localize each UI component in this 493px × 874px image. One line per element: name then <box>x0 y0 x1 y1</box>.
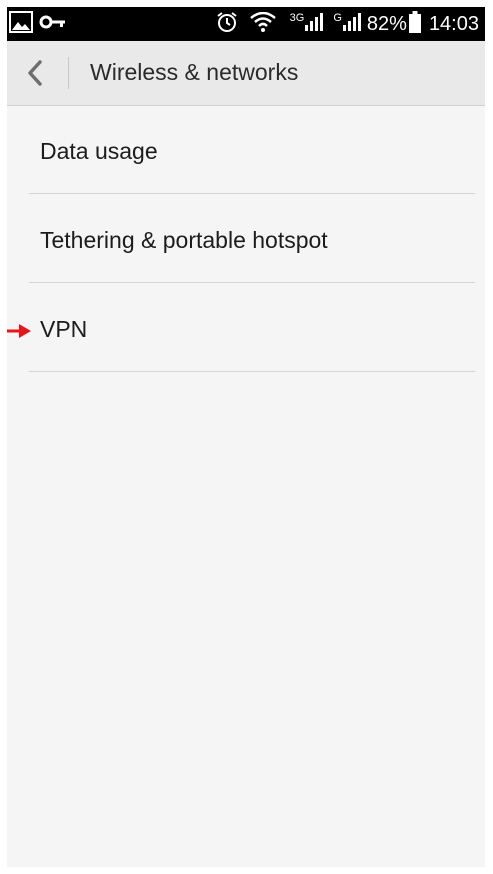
status-bar: 3G G 82% 14:03 <box>7 7 485 41</box>
alarm-icon <box>216 11 238 38</box>
list-divider <box>29 371 475 372</box>
status-bar-left <box>9 10 67 38</box>
annotation-arrow-icon <box>7 324 31 338</box>
action-bar-divider <box>68 57 69 89</box>
settings-item-label: VPN <box>40 316 88 342</box>
settings-item-tethering-hotspot[interactable]: Tethering & portable hotspot <box>7 195 485 283</box>
wifi-icon <box>249 11 276 37</box>
list-divider <box>29 282 475 283</box>
gallery-icon <box>9 10 33 38</box>
chevron-left-icon <box>28 60 42 86</box>
network-type-g: G <box>333 12 342 24</box>
list-divider <box>29 193 475 194</box>
network-type-3g: 3G <box>289 12 305 24</box>
battery-percentage: 82% <box>366 12 407 35</box>
settings-item-label: Tethering & portable hotspot <box>40 227 328 253</box>
action-bar: Wireless & networks <box>7 41 485 106</box>
signal-icon <box>305 12 324 36</box>
clock-time: 14:03 <box>428 12 479 35</box>
status-bar-right: 3G G 82% 14:03 <box>216 7 479 41</box>
screen: 3G G 82% 14:03 Wireless & networks Data … <box>7 7 485 867</box>
signal-icon <box>342 12 361 36</box>
page-title: Wireless & networks <box>90 59 299 85</box>
settings-item-label: Data usage <box>40 138 158 164</box>
vpn-key-icon <box>39 14 67 35</box>
settings-item-vpn[interactable]: VPN <box>7 284 485 372</box>
back-button[interactable] <box>19 55 53 91</box>
battery-icon <box>408 10 421 38</box>
settings-item-data-usage[interactable]: Data usage <box>7 106 485 194</box>
